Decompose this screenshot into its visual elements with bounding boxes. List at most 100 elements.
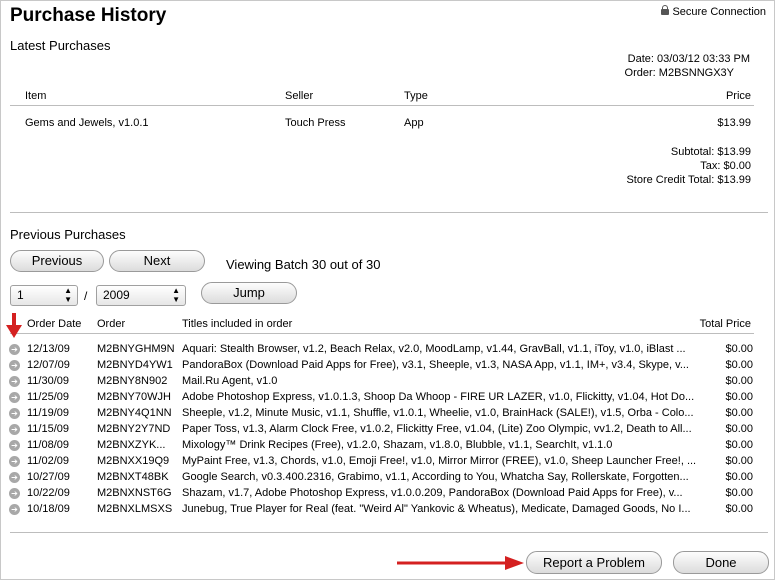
table-row: ➔ 11/08/09 M2BNXZYK... Mixology™ Drink R…	[1, 439, 775, 455]
stepper-arrows-icon: ▲ ▼	[172, 286, 180, 304]
order-date: 12/07/09	[27, 359, 70, 371]
go-arrow-icon[interactable]: ➔	[9, 408, 20, 419]
order-id: M2BNYGHM9N	[97, 343, 175, 355]
previous-button[interactable]: Previous	[10, 250, 104, 272]
order-date: 11/25/09	[27, 391, 70, 403]
tax: Tax: $0.00	[700, 160, 751, 172]
order-titles: Shazam, v1.7, Adobe Photoshop Express, v…	[182, 487, 683, 499]
store-credit-total: Store Credit Total: $13.99	[626, 174, 751, 186]
col-type: Type	[404, 90, 428, 102]
item-seller: Touch Press	[285, 117, 346, 129]
order-date: 11/19/09	[27, 407, 70, 419]
section-divider	[10, 212, 768, 213]
go-arrow-icon[interactable]: ➔	[9, 456, 20, 467]
order-date: 10/22/09	[27, 487, 70, 499]
item-price: $13.99	[717, 117, 751, 129]
previous-purchases-heading: Previous Purchases	[10, 227, 126, 242]
order-total: $0.00	[725, 423, 753, 435]
order-id: M2BNY4Q1NN	[97, 407, 172, 419]
table-row: ➔ 11/15/09 M2BNY2Y7ND Paper Toss, v1.3, …	[1, 423, 775, 439]
order-id: M2BNY70WJH	[97, 391, 171, 403]
col-titles: Titles included in order	[182, 318, 293, 330]
jump-button[interactable]: Jump	[201, 282, 297, 304]
go-arrow-icon[interactable]: ➔	[9, 376, 20, 387]
order-titles: Mixology™ Drink Recipes (Free), v1.2.0, …	[182, 439, 613, 451]
section-divider	[10, 532, 768, 533]
col-total-price: Total Price	[699, 318, 751, 330]
table-row: ➔ 11/19/09 M2BNY4Q1NN Sheeple, v1.2, Min…	[1, 407, 775, 423]
table-row: ➔ 11/30/09 M2BNY8N902 Mail.Ru Agent, v1.…	[1, 375, 775, 391]
item-name: Gems and Jewels, v1.0.1	[25, 117, 149, 129]
order-total: $0.00	[725, 343, 753, 355]
order-id: M2BNY8N902	[97, 375, 168, 387]
col-order-date: Order Date	[27, 318, 82, 330]
purchase-date: 03/03/12 03:33 PM	[657, 53, 750, 65]
red-arrow-right-annotation	[397, 556, 524, 570]
order-total: $0.00	[725, 407, 753, 419]
order-line: Order: M2BSNNGX3Y	[624, 67, 734, 79]
order-id: M2BNY2Y7ND	[97, 423, 171, 435]
table-row: ➔ 11/02/09 M2BNXX19Q9 MyPaint Free, v1.3…	[1, 455, 775, 471]
col-item: Item	[25, 90, 47, 102]
stepper-arrows-icon: ▲ ▼	[64, 286, 72, 304]
go-arrow-icon[interactable]: ➔	[9, 488, 20, 499]
subtotal: Subtotal: $13.99	[670, 146, 751, 158]
order-total: $0.00	[725, 487, 753, 499]
table-row: ➔ 10/27/09 M2BNXT48BK Google Search, v0.…	[1, 471, 775, 487]
item-type: App	[404, 117, 424, 129]
order-date: 11/30/09	[27, 375, 70, 387]
report-a-problem-button[interactable]: Report a Problem	[526, 551, 662, 574]
done-button[interactable]: Done	[673, 551, 769, 574]
order-id: M2BNXX19Q9	[97, 455, 170, 467]
order-total: $0.00	[725, 391, 753, 403]
go-arrow-icon[interactable]: ➔	[9, 424, 20, 435]
page-title: Purchase History	[10, 5, 167, 26]
divider	[10, 333, 754, 334]
batch-status: Viewing Batch 30 out of 30	[226, 257, 381, 272]
go-arrow-icon[interactable]: ➔	[9, 392, 20, 403]
table-row: ➔ 10/22/09 M2BNXNST6G Shazam, v1.7, Adob…	[1, 487, 775, 503]
red-arrow-down-annotation	[6, 313, 22, 338]
go-arrow-icon[interactable]: ➔	[9, 504, 20, 515]
purchase-history-window: Purchase History Secure Connection Lates…	[0, 0, 775, 580]
next-button[interactable]: Next	[109, 250, 205, 272]
batch-select[interactable]: 1 ▲ ▼	[10, 285, 78, 306]
order-titles: Aquari: Stealth Browser, v1.2, Beach Rel…	[182, 343, 686, 355]
order-total: $0.00	[725, 359, 753, 371]
order-total: $0.00	[725, 455, 753, 467]
go-arrow-icon[interactable]: ➔	[9, 360, 20, 371]
go-arrow-icon[interactable]: ➔	[9, 472, 20, 483]
order-date: 11/08/09	[27, 439, 70, 451]
order-titles: Mail.Ru Agent, v1.0	[182, 375, 278, 387]
divider	[10, 105, 754, 106]
slash-separator: /	[84, 289, 88, 303]
order-number: M2BSNNGX3Y	[658, 67, 734, 79]
order-total: $0.00	[725, 503, 753, 515]
order-id: M2BNXNST6G	[97, 487, 172, 499]
order-date: 11/02/09	[27, 455, 70, 467]
order-titles: Google Search, v0.3.400.2316, Grabimo, v…	[182, 471, 689, 483]
col-seller: Seller	[285, 90, 314, 102]
order-id: M2BNXT48BK	[97, 471, 169, 483]
order-titles: Paper Toss, v1.3, Alarm Clock Free, v1.0…	[182, 423, 692, 435]
table-row: ➔ 10/18/09 M2BNXLMSXS Junebug, True Play…	[1, 503, 775, 519]
go-arrow-icon[interactable]: ➔	[9, 440, 20, 451]
order-id: M2BNXZYK...	[97, 439, 166, 451]
order-date: 10/18/09	[27, 503, 70, 515]
order-titles: PandoraBox (Download Paid Apps for Free)…	[182, 359, 689, 371]
year-select[interactable]: 2009 ▲ ▼	[96, 285, 186, 306]
order-id: M2BNYD4YW1	[97, 359, 173, 371]
secure-connection: Secure Connection	[661, 5, 766, 18]
go-arrow-icon[interactable]: ➔	[9, 344, 20, 355]
col-order: Order	[97, 318, 126, 330]
order-titles: Sheeple, v1.2, Minute Music, v1.1, Shuff…	[182, 407, 694, 419]
table-row: ➔ 11/25/09 M2BNY70WJH Adobe Photoshop Ex…	[1, 391, 775, 407]
order-titles: Adobe Photoshop Express, v1.0.1.3, Shoop…	[182, 391, 695, 403]
order-total: $0.00	[725, 471, 753, 483]
table-row: ➔ 12/07/09 M2BNYD4YW1 PandoraBox (Downlo…	[1, 359, 775, 375]
order-titles: Junebug, True Player for Real (feat. "We…	[182, 503, 691, 515]
order-date: 11/15/09	[27, 423, 70, 435]
latest-purchases-heading: Latest Purchases	[10, 38, 111, 53]
order-date: 10/27/09	[27, 471, 70, 483]
order-id: M2BNXLMSXS	[97, 503, 173, 515]
